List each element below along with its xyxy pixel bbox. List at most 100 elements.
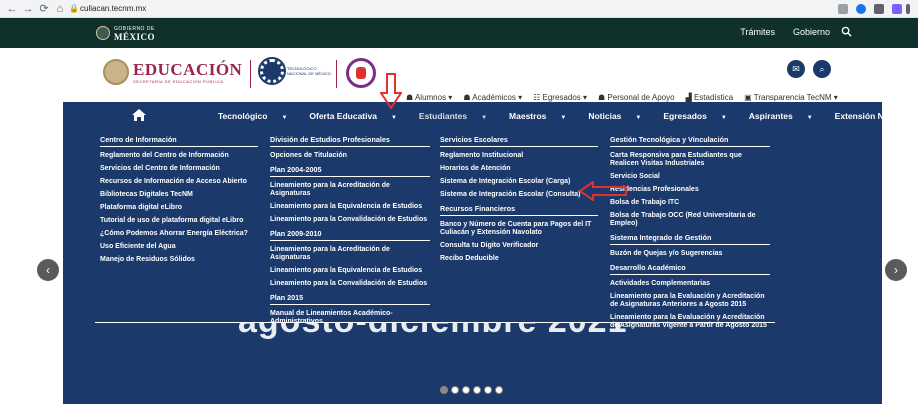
estudiantes-dropdown-menu: Centro de Información Reglamento del Cen…	[95, 130, 775, 329]
menu-item[interactable]: Opciones de Titulación	[270, 152, 430, 160]
menu-item-sie-consulta[interactable]: Sistema de Integración Escolar (Consulta…	[440, 191, 598, 199]
menu-item[interactable]: Manual de Lineamientos Académico-Adminis…	[270, 310, 430, 326]
gobierno-logo[interactable]: GOBIERNO DE MÉXICO	[96, 25, 155, 42]
annotation-arrow-down-icon	[380, 73, 402, 109]
back-icon[interactable]: ←	[6, 3, 18, 15]
nav-estudiantes[interactable]: Estudiantes ▼	[419, 111, 498, 121]
egresados-link[interactable]: ☷ Egresados ▾	[533, 93, 587, 102]
carousel-dot[interactable]	[462, 386, 470, 394]
menu-item[interactable]: Lineamiento para la Acreditación de Asig…	[270, 246, 430, 262]
carousel-dot[interactable]	[440, 386, 448, 394]
menu-subheading[interactable]: Desarrollo Académico	[610, 263, 770, 275]
menu-item[interactable]: Servicio Social	[610, 173, 770, 181]
gobierno-link[interactable]: Gobierno	[793, 27, 830, 37]
menu-column-servicios-escolares: Servicios Escolares Reglamento Instituci…	[440, 135, 598, 268]
menu-heading[interactable]: Gestión Tecnológica y Vinculación	[610, 135, 770, 147]
menu-item[interactable]: Manejo de Residuos Sólidos	[100, 256, 258, 264]
government-bar: GOBIERNO DE MÉXICO Trámites Gobierno	[0, 18, 918, 48]
carousel-dot[interactable]	[473, 386, 481, 394]
carousel-dot[interactable]	[484, 386, 492, 394]
main-navigation: Tecnológico ▼ Oferta Educativa ▼ Estudiant…	[63, 102, 914, 130]
menu-subheading[interactable]: Sistema Integrado de Gestión	[610, 233, 770, 245]
star-icon[interactable]	[856, 4, 866, 14]
menu-subheading[interactable]: Recursos Financieros	[440, 204, 598, 216]
menu-heading[interactable]: Servicios Escolares	[440, 135, 598, 147]
menu-item[interactable]: Lineamiento para la Convalidación de Est…	[270, 280, 430, 288]
menu-item[interactable]: Uso Eficiente del Agua	[100, 243, 258, 251]
annotation-arrow-left-icon	[579, 181, 627, 201]
nav-egresados[interactable]: Egresados ▼	[663, 111, 737, 121]
itc-logo[interactable]	[346, 58, 376, 88]
browser-toolbar: ← → ⟳ ⌂ 🔒 culiacan.tecnm.mx	[0, 0, 918, 18]
search-button[interactable]: ⌕	[813, 60, 831, 78]
alumnos-link[interactable]: ☗ Alumnos ▾	[406, 93, 452, 102]
reload-icon[interactable]: ⟳	[38, 3, 50, 15]
nav-tecnologico[interactable]: Tecnológico ▼	[218, 111, 298, 121]
menu-item[interactable]: Tutorial de uso de plataforma digital eL…	[100, 217, 258, 225]
menu-item[interactable]: Recibo Deducible	[440, 255, 598, 263]
menu-icon[interactable]	[906, 4, 910, 14]
menu-item[interactable]: Lineamiento para la Acreditación de Asig…	[270, 182, 430, 198]
menu-item[interactable]: Bibliotecas Digitales TecNM	[100, 191, 258, 199]
menu-item[interactable]: Horarios de Atención	[440, 165, 598, 173]
menu-item[interactable]: Residencias Profesionales	[610, 186, 770, 194]
menu-heading[interactable]: División de Estudios Profesionales	[270, 135, 430, 147]
menu-item[interactable]: Lineamiento para la Equivalencia de Estu…	[270, 203, 430, 211]
menu-item[interactable]: Carta Responsiva para Estudiantes que Re…	[610, 152, 770, 168]
menu-item[interactable]: Servicios del Centro de Información	[100, 165, 258, 173]
nav-extension-navolato[interactable]: Extensión Navolato	[835, 111, 918, 121]
tecnm-logo[interactable]: TECNOLÓGICO NACIONAL DE MÉXICO	[258, 57, 331, 85]
home-icon[interactable]	[131, 108, 147, 122]
nav-aspirantes[interactable]: Aspirantes ▼	[749, 111, 824, 121]
nav-maestros[interactable]: Maestros ▼	[509, 111, 577, 121]
carousel-prev-button[interactable]: ‹	[37, 259, 59, 281]
divider	[336, 60, 337, 88]
home-icon[interactable]: ⌂	[54, 3, 66, 15]
menu-item[interactable]: ¿Cómo Podemos Ahorrar Energía Eléctrica?	[100, 230, 258, 238]
educacion-subtitle: SECRETARÍA DE EDUCACIÓN PÚBLICA	[133, 78, 224, 84]
menu-item[interactable]: Lineamiento para la Equivalencia de Estu…	[270, 267, 430, 275]
tecnm-gear-icon	[258, 57, 286, 85]
menu-item[interactable]: Recursos de Información de Acceso Abiert…	[100, 178, 258, 186]
menu-item[interactable]: Lineamiento para la Convalidación de Est…	[270, 216, 430, 224]
menu-item[interactable]: Buzón de Quejas y/o Sugerencias	[610, 250, 770, 258]
menu-item[interactable]: Banco y Número de Cuenta para Pagos del …	[440, 221, 598, 237]
extension-icon[interactable]	[874, 4, 884, 14]
nav-oferta-educativa[interactable]: Oferta Educativa ▼	[309, 111, 408, 121]
carousel-dot[interactable]	[495, 386, 503, 394]
menu-item[interactable]: Sistema de Integración Escolar (Carga)	[440, 178, 598, 186]
menu-item[interactable]: Reglamento del Centro de Información	[100, 152, 258, 160]
mail-button[interactable]: ✉	[787, 60, 805, 78]
menu-item[interactable]: Bolsa de Trabajo OCC (Red Universitaria …	[610, 212, 770, 228]
extension-icon[interactable]	[892, 4, 902, 14]
menu-subheading[interactable]: Plan 2015	[270, 293, 430, 305]
extension-icon[interactable]	[838, 4, 848, 14]
educacion-logo[interactable]: EDUCACIÓN SECRETARÍA DE EDUCACIÓN PÚBLIC…	[103, 59, 242, 85]
secondary-links: ☗ Alumnos ▾ ☗ Académicos ▾ ☷ Egresados ▾…	[406, 93, 838, 102]
search-icon[interactable]	[841, 26, 852, 37]
academicos-link[interactable]: ☗ Académicos ▾	[463, 93, 522, 102]
tramites-link[interactable]: Trámites	[740, 27, 775, 37]
menu-column-gestion-tecnologica: Gestión Tecnológica y Vinculación Carta …	[610, 135, 770, 335]
personal-apoyo-link[interactable]: ☗ Personal de Apoyo	[598, 93, 675, 102]
menu-item[interactable]: Lineamiento para la Evaluación y Acredit…	[610, 293, 770, 309]
address-bar[interactable]: culiacan.tecnm.mx	[80, 3, 146, 15]
carousel-next-button[interactable]: ›	[885, 259, 907, 281]
estadistica-link[interactable]: ▟ Estadística	[686, 93, 734, 102]
transparencia-link[interactable]: ▣ Transparencia TecNM ▾	[744, 93, 838, 102]
forward-icon[interactable]: →	[22, 3, 34, 15]
menu-item[interactable]: Consulta tu Dígito Verificador	[440, 242, 598, 250]
lock-icon: 🔒	[69, 4, 79, 13]
carousel-indicators	[440, 386, 503, 394]
tecnm-text: TECNOLÓGICO NACIONAL DE MÉXICO	[287, 66, 331, 76]
carousel-dot[interactable]	[451, 386, 459, 394]
menu-subheading[interactable]: Plan 2004-2005	[270, 165, 430, 177]
menu-item[interactable]: Bolsa de Trabajo ITC	[610, 199, 770, 207]
menu-subheading[interactable]: Plan 2009-2010	[270, 229, 430, 241]
menu-item[interactable]: Lineamiento para la Evaluación y Acredit…	[610, 314, 770, 330]
menu-item[interactable]: Actividades Complementarias	[610, 280, 770, 288]
nav-noticias[interactable]: Noticias ▼	[588, 111, 652, 121]
menu-item[interactable]: Plataforma digital eLibro	[100, 204, 258, 212]
menu-item[interactable]: Reglamento Institucional	[440, 152, 598, 160]
menu-heading[interactable]: Centro de Información	[100, 135, 258, 147]
